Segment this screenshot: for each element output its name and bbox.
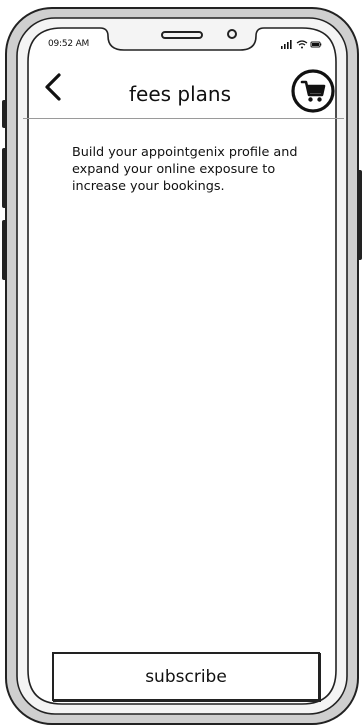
chevron-left-icon <box>45 73 61 101</box>
subscribe-button[interactable]: subscribe <box>52 652 320 701</box>
phone-screen: 09:52 AM fees plans Build your appointge… <box>0 0 364 727</box>
cart-button[interactable] <box>291 69 335 113</box>
signal-icon <box>281 40 292 49</box>
status-icons <box>281 40 322 49</box>
plan-description: Build your appointgenix profile and expa… <box>72 145 298 194</box>
header-divider <box>23 118 344 119</box>
back-button[interactable] <box>38 70 68 104</box>
status-time: 09:52 AM <box>48 39 90 49</box>
wifi-icon <box>296 40 308 49</box>
battery-icon <box>310 41 322 48</box>
page-title: fees plans <box>128 82 232 106</box>
